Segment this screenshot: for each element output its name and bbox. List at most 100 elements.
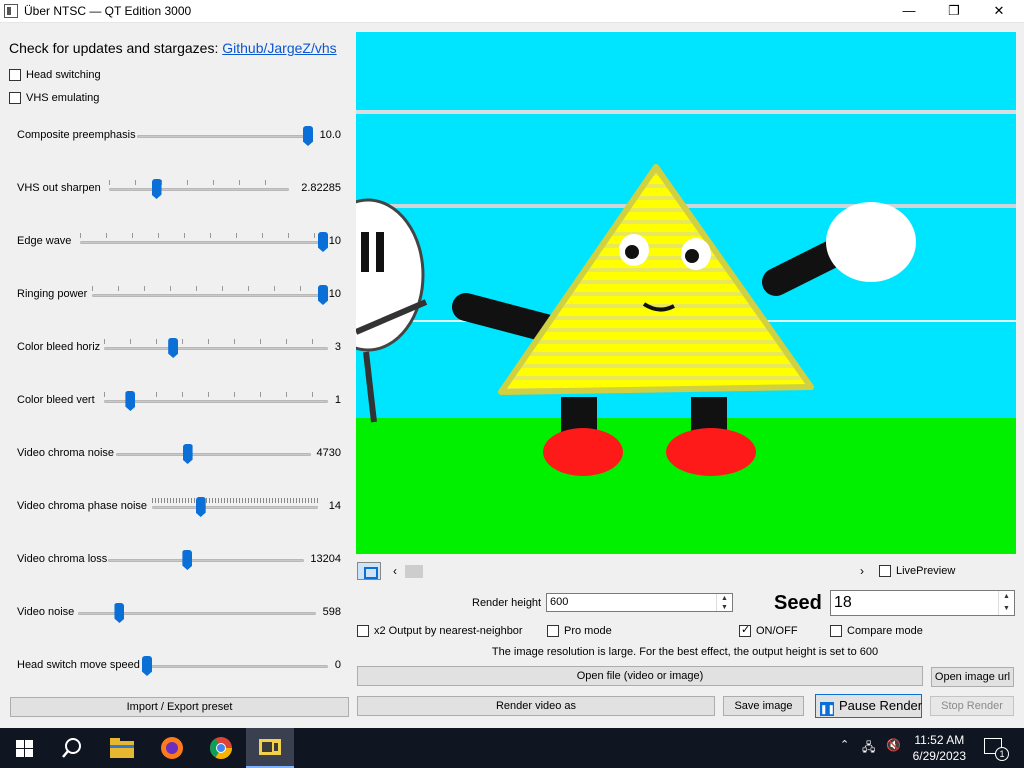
slider-label: Color bleed vert	[17, 394, 95, 406]
tray-chevron-icon[interactable]: ⌃	[840, 738, 849, 751]
slider-track[interactable]	[108, 559, 304, 562]
pro-mode-checkbox[interactable]: Pro mode	[547, 625, 612, 637]
slider-row: Video chroma noise 4730	[0, 444, 350, 464]
slider-track[interactable]	[104, 400, 328, 403]
slider-track[interactable]	[116, 453, 311, 456]
github-link[interactable]: Github/JargeZ/vhs	[222, 40, 336, 56]
slider-handle[interactable]	[195, 497, 206, 517]
close-button[interactable]: ✕	[976, 0, 1022, 23]
slider-track[interactable]	[109, 188, 289, 191]
slider-row: Edge wave 10	[0, 232, 350, 252]
on-off-box[interactable]	[739, 623, 751, 637]
clock-time: 11:52 AM	[914, 733, 965, 747]
head-switching-checkbox[interactable]: Head switching	[9, 69, 101, 81]
slider-label: Video noise	[17, 606, 75, 618]
live-preview-checkbox[interactable]: LivePreview	[879, 565, 955, 577]
slider-row: Composite preemphasis 10.0	[0, 126, 350, 146]
slider-value: 10	[328, 288, 341, 300]
up-arrow-icon[interactable]: ▲	[999, 591, 1014, 603]
horizontal-scrollbar-thumb[interactable]	[405, 565, 423, 578]
x2-output-box[interactable]	[357, 625, 369, 637]
slider-handle[interactable]	[182, 444, 193, 464]
maximize-button[interactable]: ❐	[931, 0, 977, 23]
pause-icon: ❚❚	[820, 702, 836, 716]
render-height-spinbox[interactable]: 600 ▲ ▼	[546, 593, 733, 612]
start-button[interactable]	[0, 728, 48, 768]
file-explorer-button[interactable]	[98, 728, 146, 768]
slider-label: VHS out sharpen	[17, 182, 101, 194]
pro-mode-box[interactable]	[547, 625, 559, 637]
pro-mode-label: Pro mode	[564, 625, 612, 637]
pause-render-button[interactable]: ❚❚ Pause Render	[815, 694, 922, 718]
slider-handle[interactable]	[318, 285, 328, 305]
notification-count: 1	[995, 747, 1009, 761]
slider-ticks	[92, 286, 328, 291]
seed-spinbox[interactable]: 18 ▲ ▼	[830, 590, 1015, 616]
slider-row: Video chroma loss 13204	[0, 550, 350, 570]
network-icon[interactable]: 🖧	[862, 738, 875, 759]
down-arrow-icon[interactable]: ▼	[717, 603, 732, 612]
preview-illustration	[356, 32, 1016, 554]
slider-track[interactable]	[80, 241, 328, 244]
slider-handle[interactable]	[142, 656, 152, 676]
app-icon	[4, 4, 18, 18]
clock-date: 6/29/2023	[912, 749, 966, 763]
live-preview-box[interactable]	[879, 565, 891, 577]
slider-handle[interactable]	[182, 550, 193, 570]
slider-track[interactable]	[142, 665, 328, 668]
updates-line: Check for updates and stargazes: Github/…	[9, 40, 337, 56]
slider-ticks	[152, 498, 318, 503]
open-image-url-button[interactable]: Open image url	[931, 667, 1014, 687]
slider-value: 10	[328, 235, 341, 247]
slider-track[interactable]	[92, 294, 328, 297]
taskbar-clock[interactable]: 11:52 AM 6/29/2023	[913, 732, 966, 764]
compare-mode-checkbox[interactable]: Compare mode	[830, 625, 923, 637]
scroll-right-arrow[interactable]: ›	[860, 564, 864, 578]
slider-track[interactable]	[78, 612, 316, 615]
open-file-button[interactable]: Open file (video or image)	[357, 666, 923, 686]
slider-handle[interactable]	[168, 338, 179, 358]
fit-view-icon[interactable]	[357, 562, 381, 580]
vhs-emulating-box[interactable]	[9, 92, 21, 104]
vhs-emulating-checkbox[interactable]: VHS emulating	[9, 92, 99, 104]
render-height-arrows[interactable]: ▲ ▼	[716, 594, 732, 611]
import-export-preset-button[interactable]: Import / Export preset	[10, 697, 349, 717]
notification-icon[interactable]: 1	[984, 738, 1009, 761]
windows-logo-icon	[15, 739, 33, 757]
on-off-checkbox[interactable]: ON/OFF	[739, 623, 798, 637]
slider-value: 0	[334, 659, 341, 671]
down-arrow-icon[interactable]: ▼	[999, 603, 1014, 615]
scroll-left-arrow[interactable]: ‹	[393, 564, 397, 578]
x2-output-label: x2 Output by nearest-neighbor	[374, 625, 523, 637]
slider-handle[interactable]	[114, 603, 125, 623]
slider-handle[interactable]	[303, 126, 313, 146]
search-button[interactable]	[48, 728, 96, 768]
slider-ticks	[104, 392, 328, 397]
firefox-button[interactable]	[148, 728, 196, 768]
chrome-button[interactable]	[197, 728, 245, 768]
slider-handle[interactable]	[125, 391, 136, 411]
updates-text: Check for updates and stargazes:	[9, 40, 219, 56]
taskbar: ⌃ 🖧 🔇 11:52 AM 6/29/2023 1	[0, 728, 1024, 768]
slider-handle[interactable]	[318, 232, 328, 252]
slider-value: 13204	[310, 553, 341, 565]
save-image-button[interactable]: Save image	[723, 696, 804, 716]
live-preview-label: LivePreview	[896, 565, 956, 577]
x2-output-checkbox[interactable]: x2 Output by nearest-neighbor	[357, 625, 523, 637]
ntsc-app-button[interactable]	[246, 728, 294, 768]
render-video-as-button[interactable]: Render video as	[357, 696, 715, 716]
on-off-label: ON/OFF	[756, 625, 798, 637]
volume-muted-icon[interactable]: 🔇	[886, 738, 901, 752]
up-arrow-icon[interactable]: ▲	[717, 594, 732, 603]
minimize-button[interactable]: —	[886, 0, 932, 23]
resolution-notice: The image resolution is large. For the b…	[491, 646, 879, 658]
seed-arrows[interactable]: ▲ ▼	[998, 591, 1014, 615]
stop-render-button[interactable]: Stop Render	[930, 696, 1014, 716]
slider-track[interactable]	[104, 347, 328, 350]
slider-handle[interactable]	[151, 179, 162, 199]
slider-track[interactable]	[137, 135, 313, 138]
compare-mode-box[interactable]	[830, 625, 842, 637]
slider-track[interactable]	[152, 506, 318, 509]
head-switching-box[interactable]	[9, 69, 21, 81]
ntsc-app-icon	[259, 739, 281, 755]
